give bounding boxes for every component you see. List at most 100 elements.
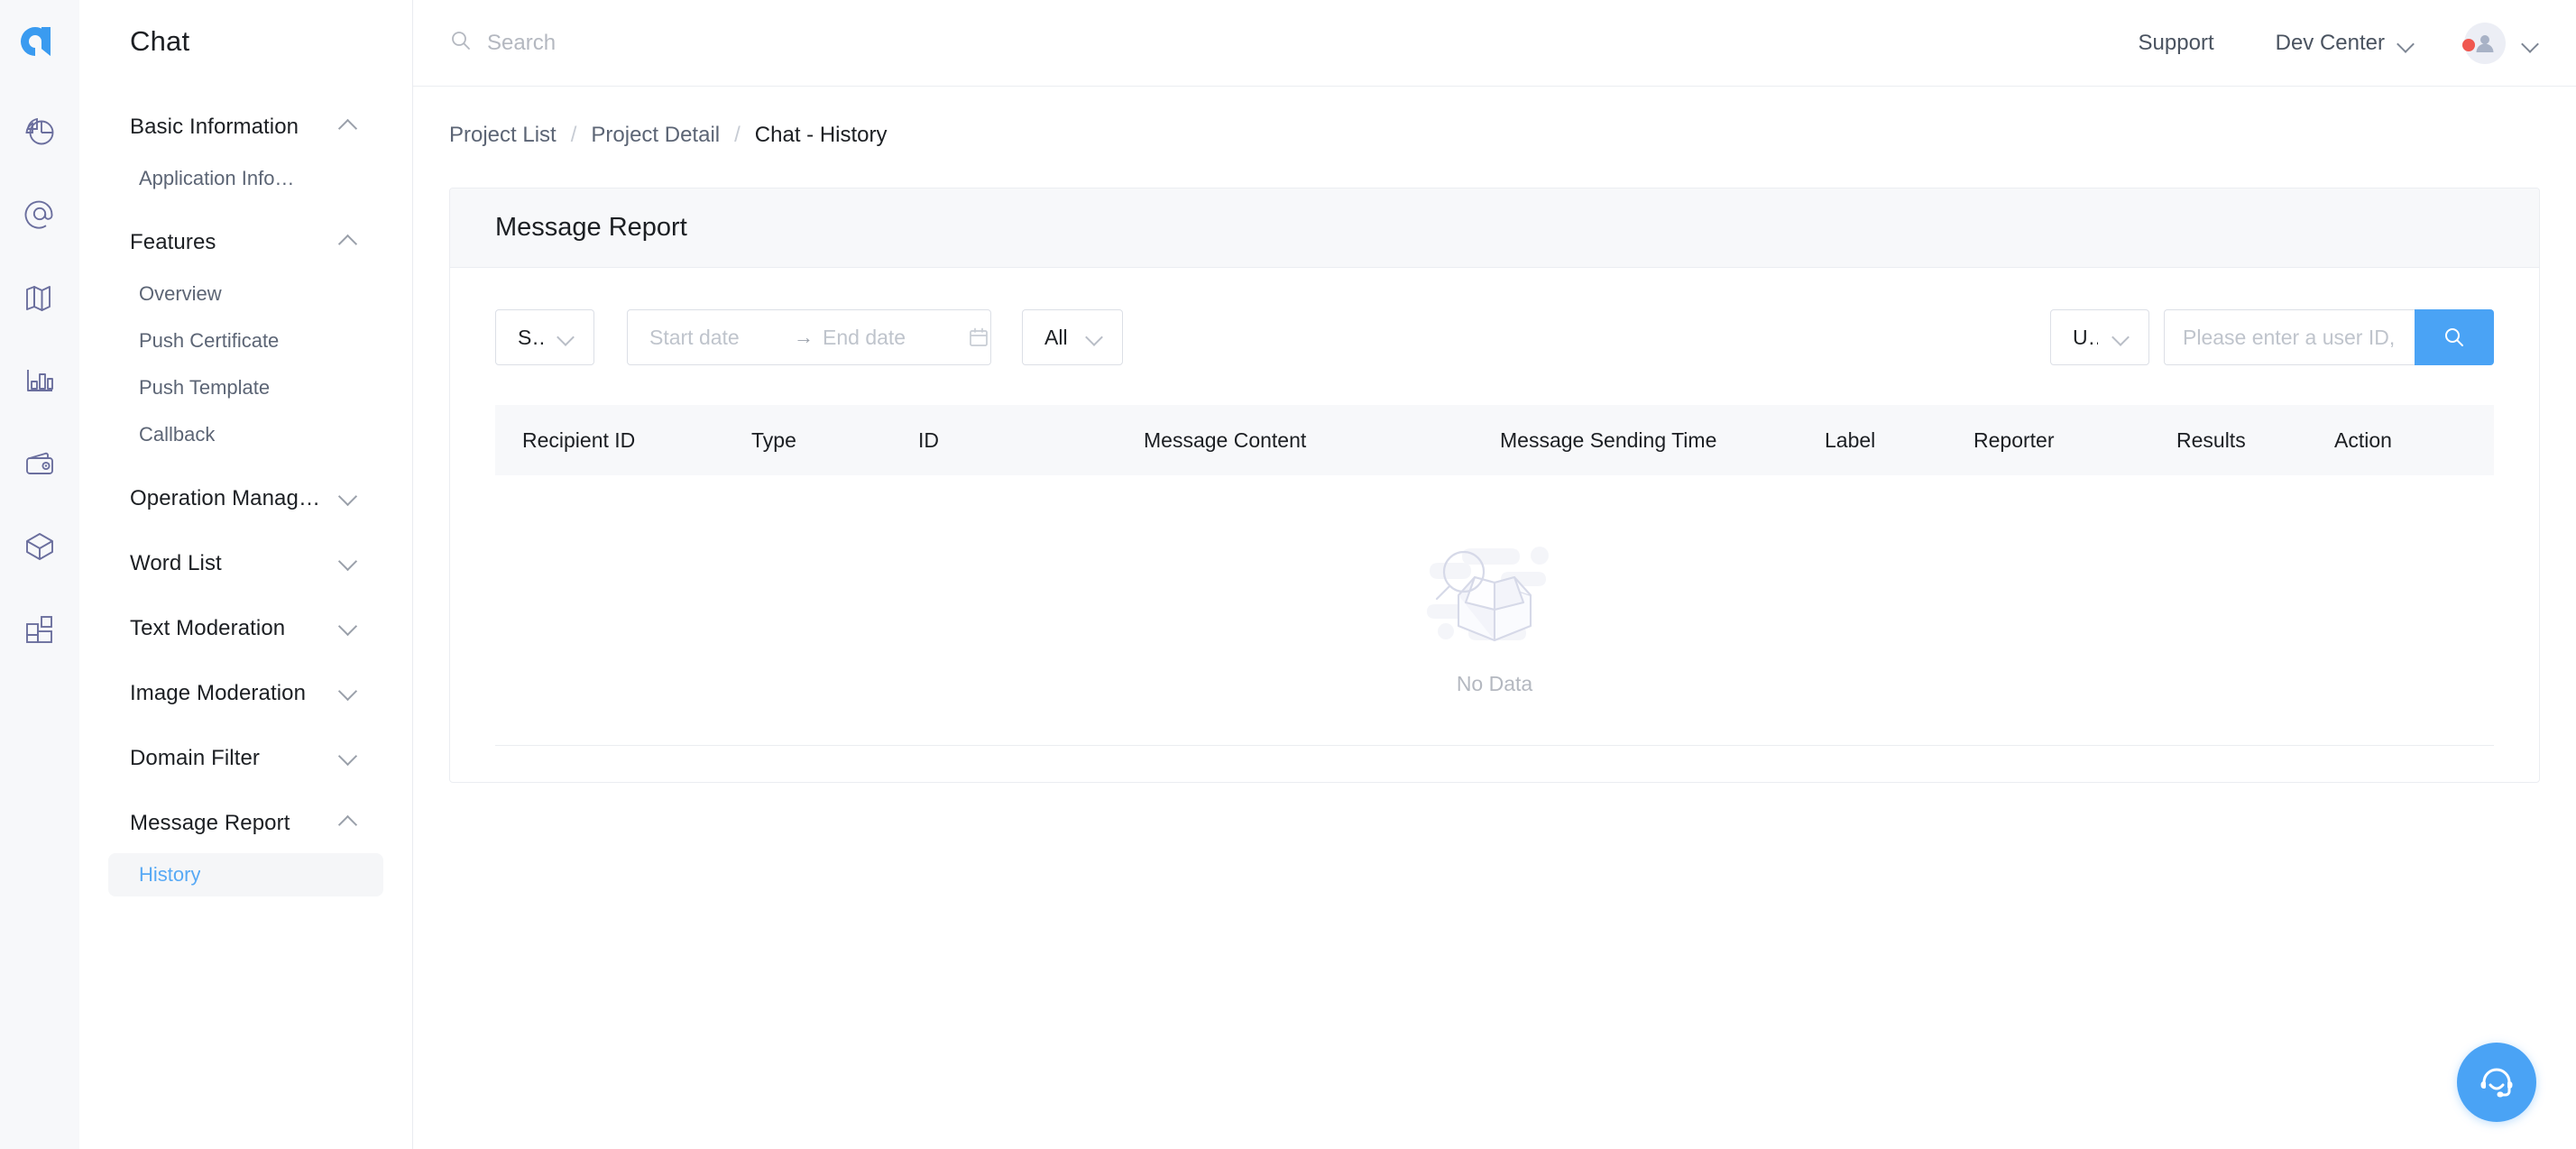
empty-state: No Data (495, 475, 2494, 746)
account-menu[interactable] (2441, 22, 2540, 64)
map-icon[interactable] (14, 272, 65, 323)
global-search[interactable] (449, 29, 2108, 57)
app-root: Chat Basic Information Application Info… F… (0, 0, 2576, 1149)
sidebar-group-image-moderation[interactable]: Image Moderation (79, 667, 412, 720)
date-range-picker[interactable]: → (627, 309, 991, 365)
id-type-select[interactable]: User ID (2050, 309, 2149, 365)
page-title: Message Report (495, 213, 687, 242)
sidebar-group-message-report[interactable]: Message Report (79, 797, 412, 850)
breadcrumb-item[interactable]: Project List (449, 123, 557, 148)
sidebar-item-history[interactable]: History (108, 853, 383, 896)
table-column-header: Action (2334, 427, 2392, 452)
sidebar-group-label: Features (130, 230, 216, 254)
chevron-down-icon (338, 684, 358, 703)
sidebar-item-label: Application Info… (139, 167, 295, 189)
apps-grid-icon[interactable] (14, 604, 65, 655)
top-bar: Support Dev Center (413, 0, 2576, 87)
sidebar-item-label: Push Template (139, 376, 271, 399)
dev-center-menu[interactable]: Dev Center (2245, 31, 2441, 56)
table-header-row: Recipient ID Type ID Message Content Message… (495, 405, 2494, 475)
card-header: Message Report (450, 188, 2539, 268)
sidebar-group-label: Domain Filter (130, 746, 260, 770)
chevron-down-icon (2397, 38, 2415, 49)
search-icon (449, 29, 473, 57)
scope-select-value: Single ... (518, 325, 543, 349)
sidebar-item-label: Push Certificate (139, 329, 280, 352)
chevron-up-icon (338, 233, 358, 253)
sidebar-group-label: Word List (130, 551, 222, 575)
chevron-down-icon (338, 749, 358, 768)
avatar (2462, 22, 2506, 64)
chevron-down-icon (338, 489, 358, 509)
table-column-header: Message Sending Time (1500, 427, 1717, 452)
pie-chart-icon[interactable] (14, 106, 65, 157)
keyword-input[interactable] (2164, 309, 2415, 365)
table-column-header: Message Content (1144, 427, 1307, 452)
sidebar-group-spacer (79, 900, 412, 913)
chevron-down-icon (338, 554, 358, 574)
sidebar-group-domain-filter[interactable]: Domain Filter (79, 732, 412, 785)
sidebar-group-label: Image Moderation (130, 681, 307, 705)
keyword-search-group (2164, 309, 2494, 365)
breadcrumb-separator: / (734, 123, 741, 147)
chevron-down-icon (1084, 327, 1104, 347)
search-button[interactable] (2415, 309, 2494, 365)
sidebar-item-application-info[interactable]: Application Info… (108, 157, 383, 200)
sidebar-item-callback[interactable]: Callback (108, 413, 383, 456)
sidebar-group-label: Text Moderation (130, 616, 286, 640)
sidebar-group-spacer (79, 460, 412, 473)
icon-rail (0, 0, 79, 1149)
sidebar-item-label: Callback (139, 423, 216, 446)
scope-select[interactable]: Single ... (495, 309, 594, 365)
sidebar-group-spacer (79, 525, 412, 538)
aurora-logo-icon[interactable] (14, 16, 65, 67)
empty-box-search-icon (1422, 525, 1567, 665)
calendar-icon (967, 326, 990, 349)
chevron-down-icon (338, 619, 358, 639)
sidebar-title: Chat (130, 25, 190, 57)
breadcrumb-item: Chat - History (754, 123, 888, 147)
sidebar-item-push-template[interactable]: Push Template (108, 366, 383, 409)
breadcrumb: Project List / Project Detail / Chat - Histo… (413, 105, 2576, 166)
sidebar-group-operation-manag[interactable]: Operation Manag… (79, 473, 412, 525)
sidebar-group-basic-information[interactable]: Basic Information (79, 101, 412, 153)
sidebar-item-push-certificate[interactable]: Push Certificate (108, 319, 383, 363)
filter-bar: Single ... → (450, 268, 2539, 365)
report-table: Recipient ID Type ID Message Content Message… (450, 405, 2539, 746)
search-input[interactable] (487, 30, 866, 56)
start-date-input[interactable] (649, 325, 785, 350)
chevron-up-icon (338, 813, 358, 833)
support-chat-button[interactable] (2457, 1043, 2536, 1122)
type-select-value: All (1044, 325, 1068, 349)
wallet-icon[interactable] (14, 438, 65, 489)
support-link[interactable]: Support (2108, 31, 2245, 56)
sidebar-group-features[interactable]: Features (79, 216, 412, 269)
sidebar-group-label: Message Report (130, 811, 290, 835)
main-column: Support Dev Center (413, 0, 2576, 1149)
type-select[interactable]: All (1022, 309, 1123, 365)
sidebar-group-spacer (79, 655, 412, 667)
sidebar-nav: Basic Information Application Info… Featur… (79, 101, 412, 913)
end-date-input[interactable] (823, 325, 958, 350)
sidebar-group-label: Basic Information (130, 115, 299, 139)
table-column-header: Results (2176, 427, 2246, 452)
sidebar: Chat Basic Information Application Info… F… (79, 0, 413, 1149)
package-icon[interactable] (14, 521, 65, 572)
at-sign-icon[interactable] (14, 189, 65, 240)
chevron-down-icon (2111, 327, 2130, 347)
sidebar-group-spacer (79, 204, 412, 216)
message-report-card: Message Report Single ... → (449, 188, 2540, 783)
sidebar-group-label: Operation Manag… (130, 486, 321, 510)
breadcrumb-item[interactable]: Project Detail (591, 123, 720, 148)
sidebar-item-label: History (139, 863, 201, 886)
top-bar-actions: Support Dev Center (2108, 22, 2540, 64)
sidebar-group-text-moderation[interactable]: Text Moderation (79, 602, 412, 655)
table-column-header: Type (751, 427, 796, 452)
table-column-header: ID (918, 427, 939, 452)
breadcrumb-separator: / (570, 123, 577, 147)
sidebar-item-overview[interactable]: Overview (108, 272, 383, 316)
date-range-arrow-icon: → (794, 326, 814, 348)
bar-chart-icon[interactable] (14, 355, 65, 406)
sidebar-group-word-list[interactable]: Word List (79, 538, 412, 590)
chevron-up-icon (338, 117, 358, 137)
